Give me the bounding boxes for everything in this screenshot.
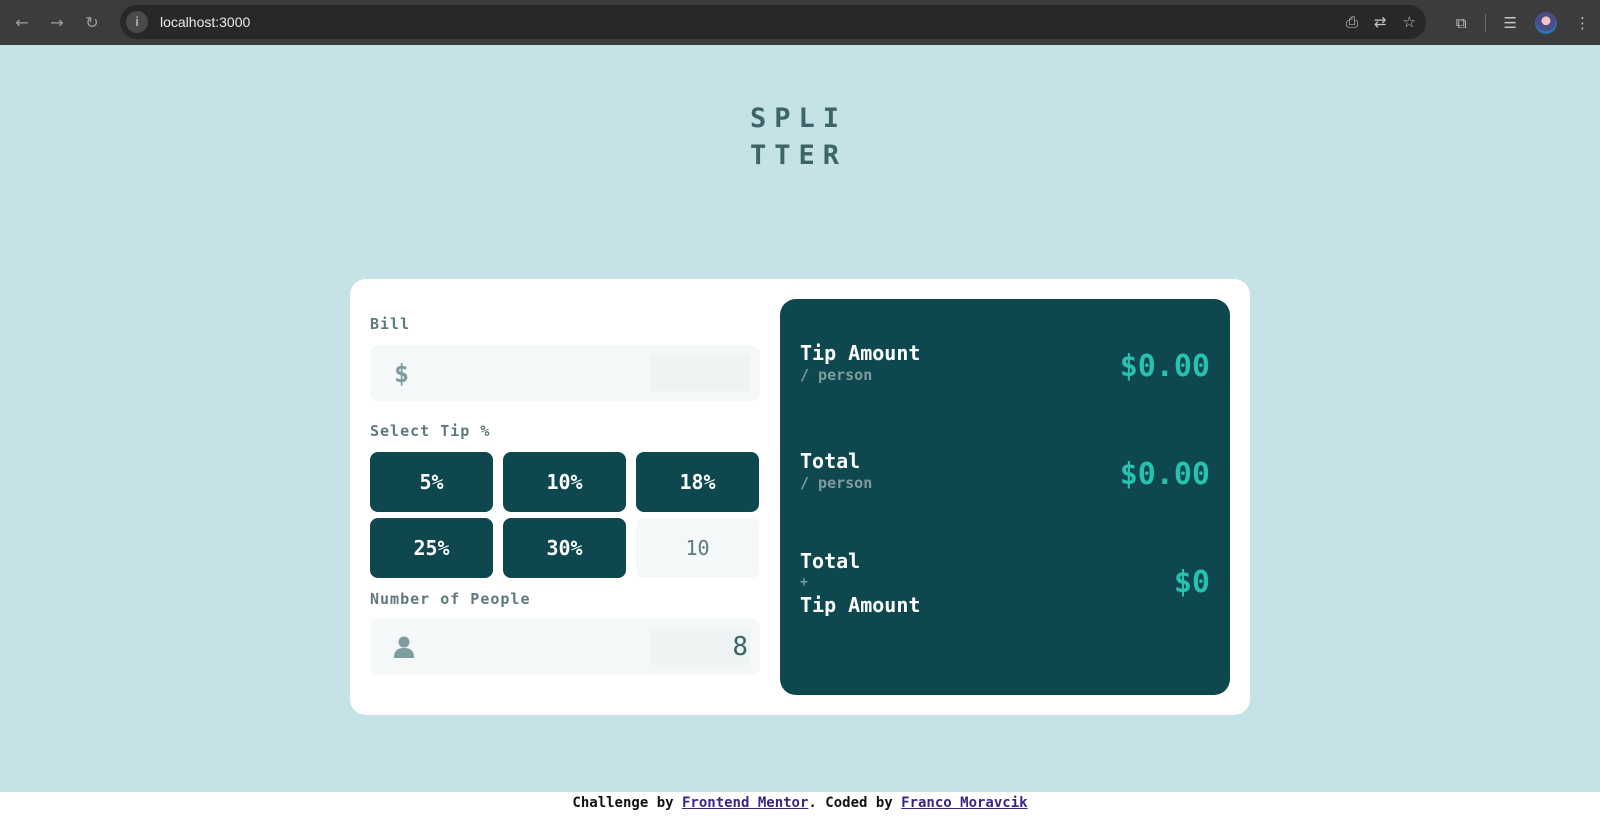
logo: SPLI TTER: [750, 100, 870, 174]
tip-button-5[interactable]: 5%: [370, 452, 493, 512]
logo-line-2: TTER: [750, 140, 848, 171]
total-row: Total / person $0.00: [800, 449, 1210, 505]
select-tip-label: Select Tip %: [370, 422, 491, 440]
people-input-group: [370, 619, 760, 675]
author-link[interactable]: Franco Moravcik: [901, 795, 1027, 811]
dollar-icon: $: [394, 358, 410, 388]
reading-list-icon[interactable]: ☰: [1504, 14, 1517, 32]
translate-icon[interactable]: ⇄: [1374, 13, 1387, 31]
tip-amount-value: $0.00: [1119, 349, 1210, 384]
install-app-icon[interactable]: ⎙: [1346, 13, 1358, 31]
attribution-footer: Challenge by Frontend Mentor. Coded by F…: [0, 792, 1600, 819]
tip-amount-row: Tip Amount / person $0.00: [800, 341, 1210, 397]
grand-total-plus: +: [800, 575, 808, 590]
person-icon-svg: [394, 636, 414, 658]
address-bar[interactable]: i localhost:3000 ⎙ ⇄ ☆: [120, 5, 1426, 39]
toolbar-divider: [1484, 13, 1486, 32]
people-input[interactable]: [650, 629, 750, 665]
toolbar-actions: ⧉ ☰ ⋮: [1456, 0, 1590, 45]
grand-total-value: $0: [1173, 565, 1210, 600]
tip-button-18[interactable]: 18%: [636, 452, 759, 512]
menu-kebab-icon[interactable]: ⋮: [1575, 14, 1590, 32]
arrow-left-icon[interactable]: ←: [12, 12, 32, 32]
extensions-icon[interactable]: ⧉: [1456, 14, 1467, 32]
browser-toolbar: ← → ↻ i localhost:3000 ⎙ ⇄ ☆ ⧉ ☰ ⋮: [0, 0, 1600, 45]
total-value: $0.00: [1119, 457, 1210, 492]
person-icon: [394, 619, 414, 675]
tip-button-10[interactable]: 10%: [503, 452, 626, 512]
page-background: SPLI TTER Bill $ Select Tip % 5% 10% 18%…: [0, 45, 1600, 792]
bill-input-group: $: [370, 345, 760, 401]
footer-prefix: Challenge by: [572, 795, 682, 811]
bookmark-star-icon[interactable]: ☆: [1403, 13, 1416, 31]
profile-avatar[interactable]: [1535, 11, 1557, 34]
url-text[interactable]: localhost:3000: [160, 14, 250, 30]
tip-options: 5% 10% 18% 25% 30% 10: [370, 452, 760, 578]
footer-middle: . Coded by: [808, 795, 902, 811]
grand-total-label: Total: [800, 549, 861, 573]
people-label: Number of People: [370, 590, 531, 608]
tip-button-30[interactable]: 30%: [503, 518, 626, 578]
site-info-icon[interactable]: i: [126, 11, 148, 33]
logo-line-1: SPLI: [750, 103, 848, 134]
frontend-mentor-link[interactable]: Frontend Mentor: [682, 795, 808, 811]
reload-icon[interactable]: ↻: [82, 12, 102, 32]
omnibox-actions: ⎙ ⇄ ☆: [1346, 5, 1416, 39]
tip-button-25[interactable]: 25%: [370, 518, 493, 578]
bill-input[interactable]: [650, 355, 750, 391]
custom-tip-input[interactable]: 10: [636, 518, 759, 578]
results-panel: Tip Amount / person $0.00 Total / person…: [780, 299, 1230, 695]
bill-label: Bill: [370, 315, 411, 333]
arrow-right-icon[interactable]: →: [47, 12, 67, 32]
grand-total-label-2: Tip Amount: [800, 593, 921, 617]
grand-total-row: Total + Tip Amount $0: [800, 549, 1210, 619]
calculator-card: Bill $ Select Tip % 5% 10% 18% 25% 30% 1…: [350, 279, 1250, 715]
